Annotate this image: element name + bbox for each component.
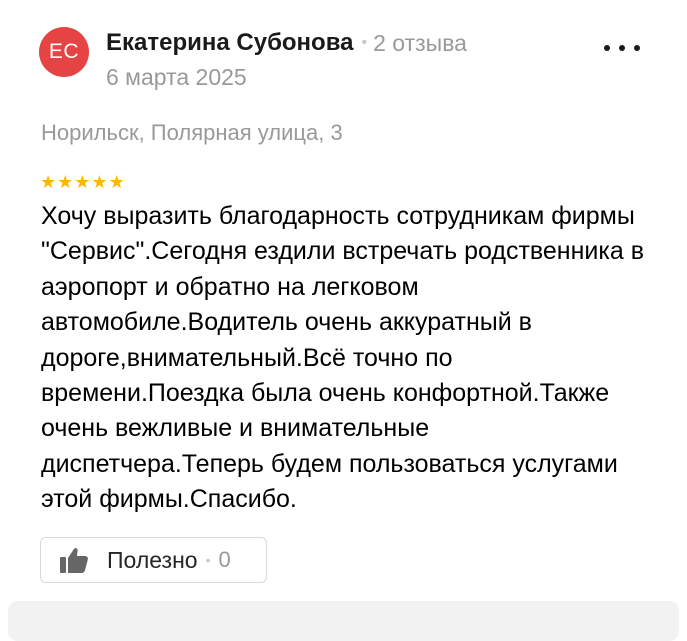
- review-card: ЕС Екатерина Субонова • 2 отзыва 6 марта…: [0, 0, 687, 641]
- review-text: Хочу выразить благодарность сотрудникам …: [41, 202, 645, 514]
- more-dots-icon: [604, 45, 610, 51]
- author-name[interactable]: Екатерина Субонова: [106, 29, 354, 57]
- author-reviews-count[interactable]: 2 отзыва: [373, 30, 467, 57]
- more-dots-icon: [619, 45, 625, 51]
- separator-dot: •: [205, 552, 211, 568]
- star-icon: ★: [74, 172, 91, 192]
- star-icon: ★: [91, 172, 108, 192]
- helpful-count: 0: [218, 547, 231, 572]
- star-icon: ★: [108, 172, 125, 192]
- star-rating: ★ ★ ★ ★ ★: [40, 172, 125, 192]
- avatar[interactable]: ЕС: [39, 27, 89, 77]
- author-line: Екатерина Субонова • 2 отзыва: [106, 26, 467, 60]
- review-date: 6 марта 2025: [106, 64, 247, 90]
- thumbs-up-icon: [60, 548, 88, 573]
- next-review-card: [8, 601, 679, 641]
- separator-dot: •: [361, 34, 368, 51]
- more-dots-icon: [634, 45, 640, 51]
- star-icon: ★: [40, 172, 57, 192]
- address: Норильск, Полярная улица, 3: [41, 120, 343, 145]
- helpful-button[interactable]: Полезно • 0: [40, 537, 267, 583]
- star-icon: ★: [57, 172, 74, 192]
- more-options-button[interactable]: [604, 36, 640, 60]
- helpful-label: Полезно: [107, 546, 198, 573]
